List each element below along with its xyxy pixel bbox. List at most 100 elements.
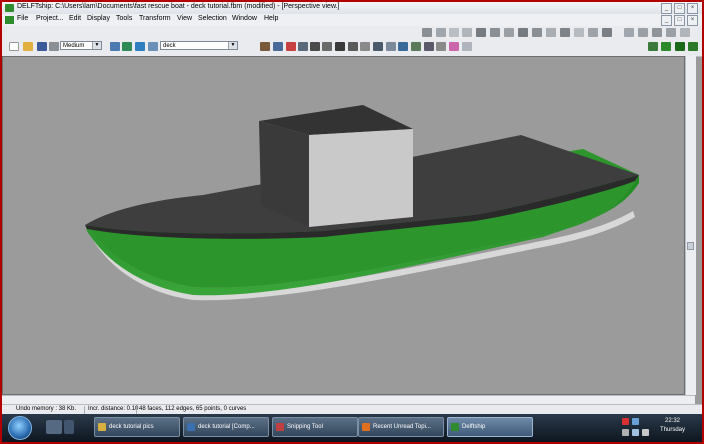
taskbar-item-label: Recent Unread Topi... (373, 424, 431, 430)
alert-icon[interactable] (622, 418, 629, 425)
scissors-icon (276, 423, 284, 431)
menu-display[interactable]: Display (87, 15, 110, 22)
tray-app-icon[interactable] (642, 429, 649, 436)
menu-tools[interactable]: Tools (116, 15, 132, 22)
hydrostatics-icon[interactable] (411, 42, 421, 51)
taskbar: deck tutorial pics deck tutorial [Comp..… (2, 414, 702, 442)
maximize-button[interactable]: □ (674, 3, 685, 14)
diagonals-icon[interactable] (360, 42, 370, 51)
vertical-scrollbar[interactable] (685, 56, 696, 395)
curve-icon[interactable] (449, 42, 459, 51)
crease-icon[interactable] (560, 28, 570, 37)
control-net-icon[interactable] (273, 42, 283, 51)
curvature-icon[interactable] (286, 42, 296, 51)
taskbar-item-label: Snipping Tool (287, 424, 323, 430)
layer-color-icon[interactable] (135, 42, 145, 51)
precision-select-value: Medium (63, 43, 85, 49)
volume-icon[interactable] (632, 429, 639, 436)
show-desktop-icon[interactable] (46, 420, 62, 434)
switch-windows-icon[interactable] (64, 420, 74, 434)
menu-transform[interactable]: Transform (139, 15, 171, 22)
new-layer-icon[interactable] (148, 42, 158, 51)
mdi-controls: _ □ × (661, 15, 698, 26)
grid-point-icon[interactable] (588, 28, 598, 37)
arrow-icon[interactable] (624, 28, 634, 37)
taskbar-item-deck-tutorial-pics[interactable]: deck tutorial pics (94, 417, 180, 437)
buttocks-icon[interactable] (335, 42, 345, 51)
move-icon[interactable] (436, 28, 446, 37)
design-hydrostatics-icon[interactable] (648, 42, 658, 51)
toolbar: Medium ▼ deck ▼ (2, 26, 702, 57)
taskbar-item-deck-tutorial-comp[interactable]: deck tutorial [Comp... (183, 417, 269, 437)
report-icon[interactable] (688, 42, 698, 51)
save-icon[interactable] (37, 42, 47, 51)
menu-view[interactable]: View (177, 15, 192, 22)
taskbar-item-delftship[interactable]: Delftship (447, 417, 533, 437)
minimize-button[interactable]: _ (661, 3, 672, 14)
scrollbar-thumb[interactable] (687, 242, 694, 250)
rotate-icon[interactable] (449, 28, 459, 37)
undo-memory-status: Undo memory : 38 Kb. (16, 406, 77, 412)
menu-window[interactable]: Window (232, 15, 257, 22)
taskbar-item-recent-unread-topics[interactable]: Recent Unread Topi... (358, 417, 444, 437)
stations-icon[interactable] (322, 42, 332, 51)
folder-icon (98, 423, 106, 431)
hand-icon[interactable] (422, 28, 432, 37)
mdi-restore-button[interactable]: □ (674, 15, 685, 26)
menu-project[interactable]: Project... (36, 15, 64, 22)
status-divider (136, 406, 137, 414)
menu-edit[interactable]: Edit (69, 15, 81, 22)
chevron-down-icon: ▼ (228, 42, 237, 49)
normals-icon[interactable] (373, 42, 383, 51)
system-tray: 22:32 Thursday (618, 414, 702, 442)
surface-icon[interactable] (476, 28, 486, 37)
sections-icon[interactable] (424, 42, 434, 51)
point-icon[interactable] (574, 28, 584, 37)
delete-point-icon[interactable] (652, 28, 662, 37)
wireframe-icon[interactable] (310, 42, 320, 51)
split-icon[interactable] (490, 28, 500, 37)
battery-icon[interactable] (622, 429, 629, 436)
layer-select[interactable]: deck ▼ (160, 41, 238, 50)
layer-visibility-icon[interactable] (122, 42, 132, 51)
extrude-icon[interactable] (504, 28, 514, 37)
flip-icon[interactable] (532, 28, 542, 37)
menu-selection[interactable]: Selection (198, 15, 227, 22)
mirror-icon[interactable] (546, 28, 556, 37)
mdi-close-button[interactable]: × (687, 15, 698, 26)
close-button[interactable]: × (687, 3, 698, 14)
clock-day: Thursday (660, 427, 686, 433)
word-document-icon (187, 423, 195, 431)
new-file-icon[interactable] (9, 42, 19, 51)
network-icon[interactable] (632, 418, 639, 425)
flowlines-icon[interactable] (398, 42, 408, 51)
open-folder-icon[interactable] (23, 42, 33, 51)
fair-icon[interactable] (462, 42, 472, 51)
weld-icon[interactable] (666, 28, 676, 37)
perspective-viewport[interactable] (2, 56, 685, 395)
chevron-down-icon: ▼ (92, 42, 101, 49)
markers-icon[interactable] (386, 42, 396, 51)
grid-icon[interactable] (260, 42, 270, 51)
window-controls: _ □ × (661, 3, 698, 14)
shade-icon[interactable] (298, 42, 308, 51)
insert-icon[interactable] (638, 28, 648, 37)
unweld-icon[interactable] (680, 28, 690, 37)
menu-help[interactable]: Help (264, 15, 278, 22)
cross-curves-icon[interactable] (661, 42, 671, 51)
intersections-icon[interactable] (436, 42, 446, 51)
mdi-minimize-button[interactable]: _ (661, 15, 672, 26)
resistance-icon[interactable] (675, 42, 685, 51)
edge-icon[interactable] (602, 28, 612, 37)
print-icon[interactable] (49, 42, 59, 51)
waterlines-icon[interactable] (348, 42, 358, 51)
start-button[interactable] (8, 416, 32, 440)
precision-select[interactable]: Medium ▼ (60, 41, 102, 50)
taskbar-item-snipping-tool[interactable]: Snipping Tool (272, 417, 358, 437)
line-icon[interactable] (462, 28, 472, 37)
clock[interactable]: 22:32 Thursday (660, 417, 685, 435)
menu-file[interactable]: File (17, 15, 28, 22)
layer-properties-icon[interactable] (110, 42, 120, 51)
collapse-icon[interactable] (518, 28, 528, 37)
delftship-icon (451, 423, 459, 431)
